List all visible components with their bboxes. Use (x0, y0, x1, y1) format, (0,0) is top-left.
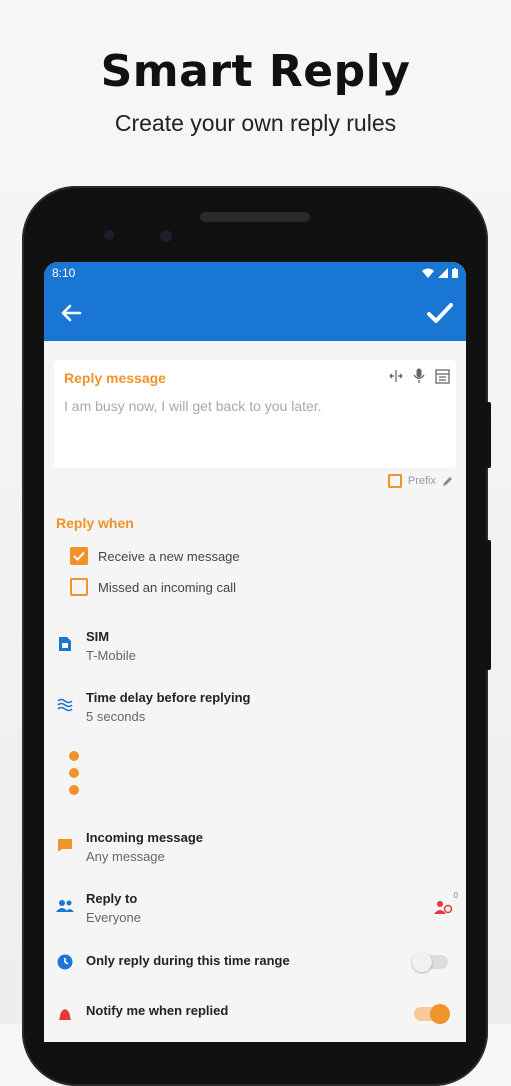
check-icon[interactable] (426, 301, 454, 325)
phone-sensor (104, 230, 114, 240)
edit-icon[interactable] (442, 475, 454, 487)
receive-message-checkbox[interactable] (70, 547, 88, 565)
setting-sim[interactable]: SIM T-Mobile (44, 627, 466, 677)
reply-to-badge: 0 (453, 891, 458, 900)
clock-icon (56, 953, 74, 971)
notify-toggle[interactable] (414, 1004, 450, 1024)
missed-call-label: Missed an incoming call (98, 579, 237, 595)
arrow-left-icon[interactable] (60, 304, 82, 322)
sim-title: SIM (86, 629, 110, 644)
incoming-title: Incoming message (86, 830, 204, 845)
status-bar: 8:10 (44, 262, 466, 284)
phone-power-button (486, 402, 491, 468)
wifi-icon (422, 268, 434, 278)
prefix-checkbox[interactable] (387, 474, 402, 488)
battery-icon (452, 268, 458, 278)
reply-message-card: Reply message I am busy now, I will get … (54, 360, 456, 468)
delay-title: Time delay before replying (86, 690, 251, 705)
prefix-label: Prefix (407, 475, 436, 487)
phone-camera (160, 230, 172, 242)
more-options-icon[interactable] (69, 751, 79, 795)
promo-title: Smart Reply (100, 46, 411, 97)
notify-title: Notify me when replied (86, 1003, 229, 1018)
reply-to-value: Everyone (86, 910, 141, 925)
message-icon (56, 836, 74, 854)
bell-icon (56, 1007, 74, 1025)
phone-volume-button (486, 540, 491, 670)
option-missed-call[interactable]: Missed an incoming call (70, 578, 236, 596)
prefix-option[interactable]: Prefix (387, 474, 454, 488)
setting-delay[interactable]: Time delay before replying 5 seconds (44, 688, 466, 738)
sim-value: T-Mobile (86, 648, 136, 663)
incoming-value: Any message (86, 849, 165, 864)
mic-icon[interactable] (413, 368, 425, 384)
reply-message-input[interactable]: I am busy now, I will get back to you la… (64, 398, 322, 414)
reply-message-label: Reply message (64, 370, 166, 386)
contacts-icon[interactable]: 0 (434, 891, 458, 920)
app-screen: 8:10 Reply message I am busy now, I will… (44, 262, 466, 1042)
waves-icon (56, 696, 74, 714)
template-icon[interactable] (435, 368, 450, 384)
phone-speaker (200, 212, 310, 222)
setting-incoming[interactable]: Incoming message Any message (44, 828, 466, 878)
time-range-title: Only reply during this time range (86, 953, 290, 968)
setting-time-range[interactable]: Only reply during this time range (44, 951, 466, 1001)
reply-to-title: Reply to (86, 891, 138, 906)
receive-message-label: Receive a new message (98, 548, 240, 564)
promo-subtitle: Create your own reply rules (114, 110, 397, 136)
missed-call-checkbox[interactable] (70, 578, 88, 596)
status-time: 8:10 (52, 266, 76, 280)
time-range-toggle[interactable] (412, 952, 448, 972)
signal-icon (438, 268, 448, 278)
delay-value: 5 seconds (86, 709, 146, 724)
setting-reply-to[interactable]: Reply to Everyone 0 (44, 889, 466, 939)
text-cursor-icon[interactable] (389, 369, 403, 383)
people-icon (56, 897, 74, 915)
app-bar (44, 284, 466, 341)
reply-when-label: Reply when (56, 515, 134, 531)
setting-notify[interactable]: Notify me when replied (44, 1001, 466, 1042)
sim-card-icon (56, 635, 74, 653)
option-receive-message[interactable]: Receive a new message (70, 547, 240, 565)
